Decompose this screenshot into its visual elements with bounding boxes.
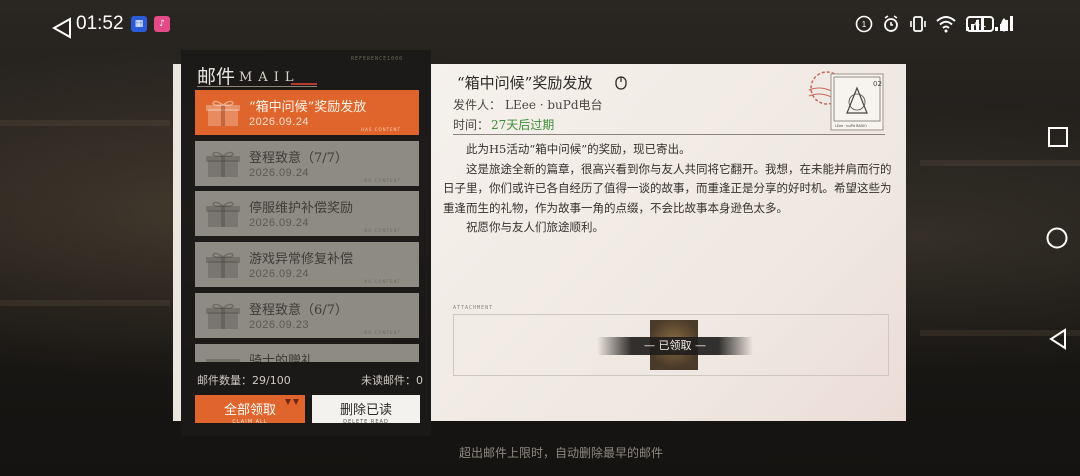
mail-item-title: 骑士的赠礼 (249, 354, 315, 362)
mail-item-deco: NO CONTENT (364, 330, 401, 335)
mail-list-panel: 邮件 MAIL REFERENCE1000 “箱中问候”奖励发放 2026.09… (181, 50, 431, 436)
mail-body: 此为H5活动“箱中问候”的奖励，现已寄出。 这是旅途全新的篇章，很高兴看到你与友… (443, 140, 893, 238)
mail-item[interactable]: “箱中问候”奖励发放 2026.09.24 HAS CONTENT (195, 90, 419, 135)
mail-item-date: 2026.09.24 (249, 268, 310, 280)
gift-icon (206, 100, 240, 126)
gift-icon (206, 151, 240, 177)
time-label: 时间： (453, 118, 490, 132)
wifi-icon (936, 16, 956, 33)
mail-item[interactable]: 登程致意（7/7） 2026.09.24 NO CONTENT (195, 141, 419, 186)
back-arrow-icon[interactable] (52, 17, 72, 39)
title-divider (197, 86, 317, 87)
mail-item-title: 游戏异常修复补偿 (249, 252, 354, 267)
background-shelf (920, 160, 1080, 166)
mail-item-deco: HAS CONTENT (361, 127, 401, 132)
mail-item-deco: NO CONTENT (364, 228, 401, 233)
mail-item-title: “箱中问候”奖励发放 (249, 100, 367, 115)
mail-item-deco: NO CONTENT (364, 279, 401, 284)
panel-title: 邮件 (197, 66, 236, 88)
gift-icon (206, 359, 240, 362)
claim-all-button[interactable]: 全部领取 CLAIM ALL (195, 395, 305, 425)
mail-item[interactable]: 登程致意（6/7） 2026.09.23 NO CONTENT (195, 293, 419, 338)
mail-item-title: 登程致意（7/7） (249, 151, 348, 166)
detail-divider (453, 134, 885, 135)
background-shelf (0, 120, 170, 126)
power-saving-leaf-icon (1001, 18, 1007, 32)
unread-count: 未读邮件：0 (361, 374, 423, 387)
clock: 01:52 (76, 13, 124, 34)
mail-count: 邮件数量：29/100 (197, 374, 291, 387)
stamp-text: LEee · buPd RADIO (835, 124, 867, 128)
data-speed-icon: 1 (855, 15, 873, 33)
back-button[interactable] (1049, 328, 1067, 350)
mail-item[interactable]: 停服维护补偿奖励 2026.09.24 NO CONTENT (195, 191, 419, 236)
home-button[interactable] (1046, 227, 1068, 249)
mail-item-date: 2026.09.24 (249, 167, 310, 179)
claim-all-sublabel: CLAIM ALL (232, 419, 268, 425)
gift-icon (206, 303, 240, 329)
delete-read-sublabel: DELETE READ (343, 419, 389, 425)
mail-paragraph: 此为H5活动“箱中问候”的奖励，现已寄出。 (466, 142, 691, 156)
mail-item[interactable]: 骑士的赠礼 (195, 344, 419, 362)
stamp-icon: 02 LEee · buPd RADIO (808, 71, 884, 131)
mail-item-title: 登程致意（6/7） (249, 303, 348, 318)
mouse-icon (615, 76, 627, 90)
gift-icon (206, 201, 240, 227)
background-shelf (0, 300, 170, 306)
attachment-label: ATTACHMENT (453, 305, 494, 311)
mail-item-date: 2026.09.23 (249, 319, 310, 331)
battery-indicator: 41 (966, 16, 994, 32)
stamp-number: 02 (873, 80, 882, 88)
mail-paragraph: 这是旅途全新的篇章，很高兴看到你与友人共同将它翻开。我想，在未能并肩而行的日子里… (443, 161, 892, 215)
mail-detail-panel: “箱中问候”奖励发放 发件人： LEee · buPd电台 时间： 27天后过期… (431, 64, 906, 421)
sender-name: LEee · buPd电台 (505, 98, 603, 112)
title-accent (291, 83, 317, 85)
panel-edge (173, 64, 181, 421)
alarm-icon (884, 15, 898, 32)
mail-item-date: 2026.09.24 (249, 116, 310, 128)
mail-detail-title: “箱中问候”奖励发放 (457, 74, 593, 92)
triangle-deco-icon (285, 399, 299, 405)
footer-note: 超出邮件上限时，自动删除最早的邮件 (459, 446, 664, 460)
vibrate-icon (910, 16, 926, 32)
mail-item-date: 2026.09.24 (249, 217, 310, 229)
claimed-status: — 已领取 — (597, 337, 753, 355)
delete-read-label: 删除已读 (339, 403, 392, 418)
expire-time: 27天后过期 (491, 118, 555, 132)
mail-paragraph: 祝愿你与友人们旅途顺利。 (466, 220, 604, 234)
mail-list[interactable]: “箱中问候”奖励发放 2026.09.24 HAS CONTENT 登程致意（7… (195, 90, 421, 362)
mail-item-deco: NO CONTENT (364, 178, 401, 183)
gift-icon (206, 252, 240, 278)
mail-item-title: 停服维护补偿奖励 (249, 201, 354, 216)
calendar-app-icon: ▦ (131, 16, 147, 32)
recent-apps-button[interactable] (1048, 127, 1068, 147)
mail-item[interactable]: 游戏异常修复补偿 2026.09.24 NO CONTENT (195, 242, 419, 287)
music-app-icon: ♪ (154, 16, 170, 32)
delete-read-button[interactable]: 删除已读 DELETE READ (312, 395, 420, 425)
sender-label: 发件人： (453, 98, 502, 112)
status-bar: 01:52 ▦ ♪ 1 41 (0, 0, 1080, 50)
panel-deco-text: REFERENCE1000 (351, 56, 404, 62)
svg-text:1: 1 (862, 20, 867, 29)
